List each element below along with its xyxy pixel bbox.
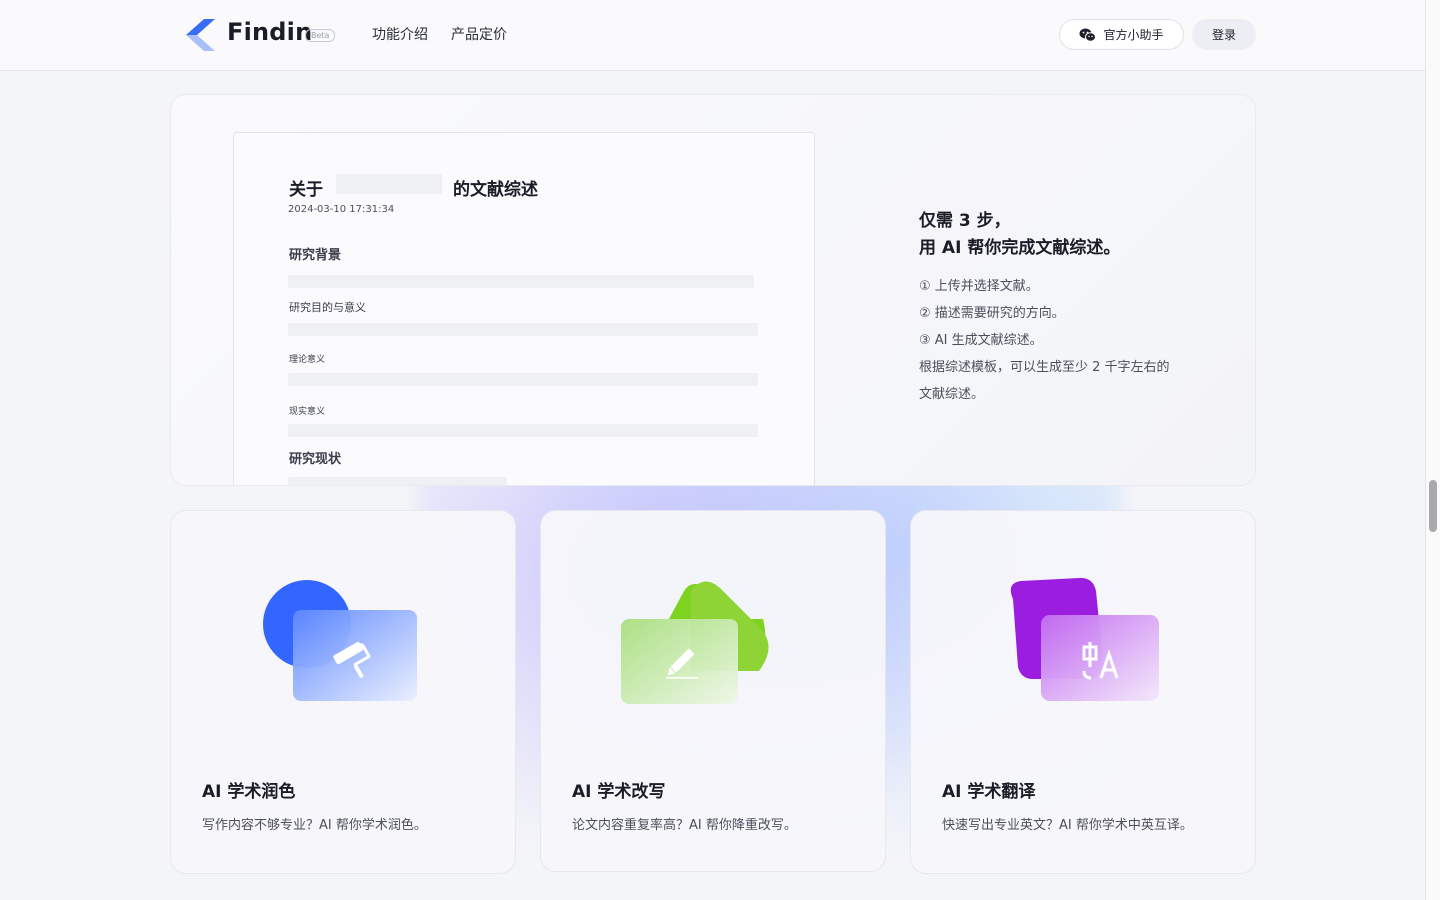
feature-card-rewrite[interactable]: AI 学术改写 论文内容重复率高？AI 帮你降重改写。 bbox=[540, 510, 886, 872]
feature-title: AI 学术改写 bbox=[572, 782, 666, 802]
step-3: ③ AI 生成文献综述。 bbox=[919, 333, 1043, 348]
top-header: Findin Beta 功能介绍 产品定价 官方小助手 登录 bbox=[0, 0, 1425, 71]
placeholder-line bbox=[288, 275, 754, 288]
step-2: ② 描述需要研究的方向。 bbox=[919, 306, 1065, 321]
translate-icon bbox=[1010, 577, 1159, 701]
section-purpose: 研究目的与意义 bbox=[289, 301, 366, 314]
findin-logo-icon[interactable] bbox=[184, 18, 218, 52]
scrollbar-track[interactable] bbox=[1425, 0, 1440, 900]
feature-desc: 快速写出专业英文？AI 帮你学术中英互译。 bbox=[942, 818, 1193, 833]
official-assistant-label: 官方小助手 bbox=[1103, 28, 1164, 42]
placeholder-line bbox=[288, 323, 758, 336]
nav-pricing[interactable]: 产品定价 bbox=[451, 24, 507, 44]
section-status: 研究现状 bbox=[289, 452, 342, 467]
official-assistant-button[interactable]: 官方小助手 bbox=[1059, 19, 1184, 50]
intro-heading-line2: 用 AI 帮你完成文献综述。 bbox=[919, 238, 1121, 258]
feature-card-polish[interactable]: AI 学术润色 写作内容不够专业？AI 帮你学术润色。 bbox=[170, 510, 516, 874]
feature-title: AI 学术润色 bbox=[202, 782, 296, 802]
feature-desc: 论文内容重复率高？AI 帮你降重改写。 bbox=[572, 818, 797, 833]
doc-date: 2024-03-10 17:31:34 bbox=[288, 204, 395, 215]
section-theory: 理论意义 bbox=[289, 355, 326, 365]
intro-note-line2: 文献综述。 bbox=[919, 387, 985, 402]
step-1: ① 上传并选择文献。 bbox=[919, 279, 1039, 294]
paint-roller-icon bbox=[263, 580, 417, 701]
doc-title-placeholder bbox=[336, 174, 442, 194]
wechat-icon bbox=[1079, 28, 1097, 42]
placeholder-line bbox=[288, 373, 758, 386]
login-button[interactable]: 登录 bbox=[1192, 19, 1256, 50]
intro-steps: ① 上传并选择文献。 ② 描述需要研究的方向。 ③ AI 生成文献综述。 根据综… bbox=[919, 273, 1170, 408]
literature-review-card: 关于 的文献综述 2024-03-10 17:31:34 研究背景 研究目的与意… bbox=[170, 94, 1256, 486]
section-practice: 现实意义 bbox=[289, 407, 326, 417]
brand-name[interactable]: Findin bbox=[227, 18, 312, 46]
beta-badge: Beta bbox=[305, 29, 336, 42]
placeholder-line bbox=[288, 424, 758, 437]
nav-features[interactable]: 功能介绍 bbox=[372, 24, 428, 44]
document-preview: 关于 的文献综述 2024-03-10 17:31:34 研究背景 研究目的与意… bbox=[233, 132, 815, 485]
scrollbar-thumb[interactable] bbox=[1429, 480, 1437, 532]
placeholder-line bbox=[288, 477, 507, 485]
feature-title: AI 学术翻译 bbox=[942, 782, 1036, 802]
intro-note-line1: 根据综述模板，可以生成至少 2 千字左右的 bbox=[919, 360, 1170, 375]
feature-desc: 写作内容不够专业？AI 帮你学术润色。 bbox=[202, 818, 427, 833]
intro-heading-line1: 仅需 3 步， bbox=[919, 211, 1011, 231]
pencil-icon bbox=[621, 581, 769, 704]
section-background: 研究背景 bbox=[289, 248, 342, 263]
feature-card-translate[interactable]: AI 学术翻译 快速写出专业英文？AI 帮你学术中英互译。 bbox=[910, 510, 1256, 874]
doc-title-prefix: 关于 bbox=[289, 180, 323, 200]
doc-title-suffix: 的文献综述 bbox=[453, 180, 538, 200]
intro-heading: 仅需 3 步， 用 AI 帮你完成文献综述。 bbox=[919, 208, 1120, 262]
